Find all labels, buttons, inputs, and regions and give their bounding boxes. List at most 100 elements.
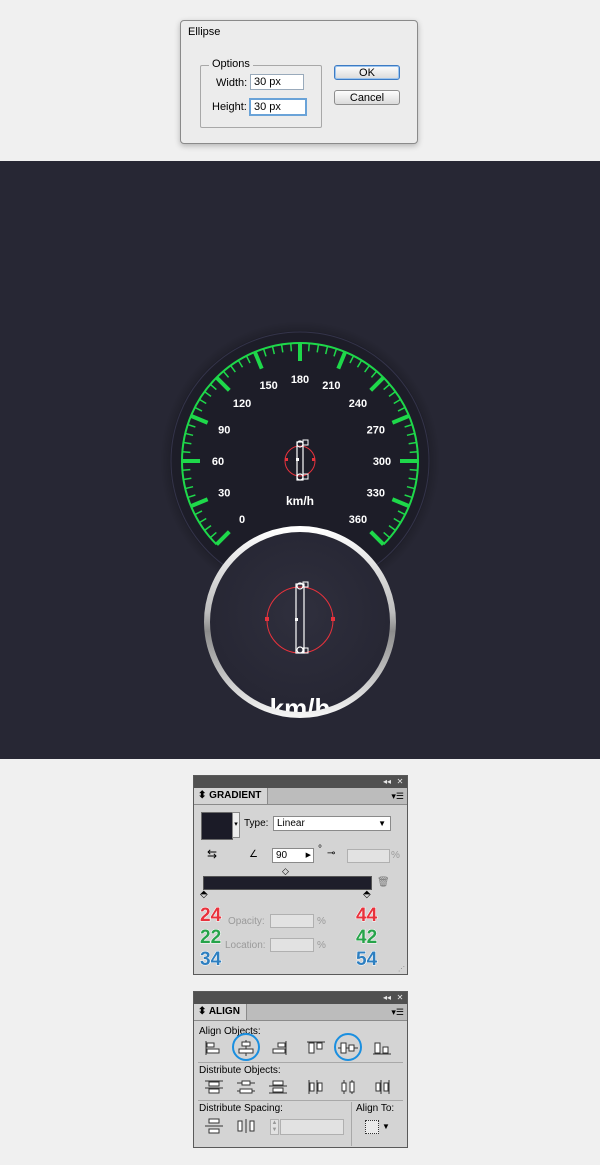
tab-gradient-label: GRADIENT	[209, 790, 262, 801]
distribute-horizontal-center-icon[interactable]	[337, 1078, 359, 1096]
align-bottom-icon[interactable]	[371, 1039, 393, 1057]
distribute-objects-label: Distribute Objects:	[199, 1065, 281, 1076]
dialog-title: Ellipse	[188, 26, 221, 38]
gauge-tick-label: 150	[259, 380, 277, 392]
angle-value: 90	[276, 850, 288, 861]
gauge-tick-label: 60	[212, 456, 224, 468]
right-stop-red: 44	[355, 905, 378, 926]
artboard-canvas[interactable]: 0 30 60 90 120 150 180 210 240 270 300 330 360 km/h …	[0, 161, 600, 759]
separator	[198, 1062, 403, 1063]
minor-tick	[409, 468, 418, 472]
distribute-spacing-label: Distribute Spacing:	[199, 1103, 283, 1114]
tab-align-label: ALIGN	[208, 1006, 240, 1017]
zoom-unit-label: km/h	[270, 693, 331, 723]
highlight-ring-horizontal	[232, 1033, 260, 1061]
distribute-bottom-icon[interactable]	[267, 1078, 289, 1096]
distribute-vertical-center-icon[interactable]	[235, 1078, 257, 1096]
width-field[interactable]: 30 px	[250, 74, 304, 90]
ok-button[interactable]: OK	[334, 65, 400, 80]
gauge-tick-label: 330	[367, 487, 385, 499]
left-stop-red: 24	[199, 905, 222, 926]
left-stop-blue: 34	[199, 949, 222, 970]
ellipse-dialog: Ellipse Options Width: 30 px Height: 30 …	[180, 20, 418, 144]
height-field[interactable]: 30 px	[249, 98, 307, 116]
aspect-percent: %	[391, 850, 400, 861]
tab-gradient[interactable]: ⬍ GRADIENT	[194, 788, 269, 804]
vertical-distribute-space-icon[interactable]	[203, 1117, 225, 1135]
highlight-ring-vertical	[334, 1033, 362, 1061]
magnifier-lens: km/h	[204, 526, 396, 723]
aspect-ratio-icon: ⊸	[327, 848, 336, 859]
close-icon[interactable]: ✕	[394, 776, 406, 788]
degree-symbol: °	[318, 844, 322, 855]
align-to-selection-icon[interactable]	[365, 1120, 379, 1134]
angle-icon: ∠	[249, 849, 258, 860]
align-left-icon[interactable]	[203, 1039, 225, 1057]
align-panel: ◂◂ ✕ ⬍ ALIGN ▾☰ Align Objects: Distribut…	[193, 991, 408, 1148]
reverse-gradient-icon[interactable]: ⇆	[207, 847, 217, 861]
gauge-tick-label: 0	[239, 514, 245, 526]
gradient-swatch[interactable]	[201, 812, 233, 840]
type-label: Type:	[244, 818, 269, 829]
gradient-panel: ◂◂ ✕ ⬍ GRADIENT ▾☰ ▾ Type: Linear ▼ ⇆ ∠ …	[193, 775, 408, 975]
type-select-value: Linear	[277, 818, 305, 829]
align-tabbar: ⬍ ALIGN ▾☰	[194, 1004, 407, 1021]
unit-label: km/h	[286, 494, 314, 508]
resize-grip-icon[interactable]: ⋰	[398, 965, 405, 973]
opacity-percent: %	[317, 916, 326, 927]
left-stop-green: 22	[199, 927, 222, 948]
align-collapse-icon[interactable]: ◂◂	[381, 992, 393, 1004]
separator-2	[198, 1100, 403, 1101]
align-close-icon[interactable]: ✕	[394, 992, 406, 1004]
align-to-label: Align To:	[356, 1103, 395, 1114]
horizontal-distribute-space-icon[interactable]	[235, 1117, 257, 1135]
vertical-separator	[351, 1102, 352, 1146]
right-stop-blue: 54	[355, 949, 378, 970]
gauge-tick-label: 30	[218, 487, 230, 499]
cancel-button[interactable]: Cancel	[334, 90, 400, 105]
distribute-top-icon[interactable]	[203, 1078, 225, 1096]
aspect-ratio-field	[347, 849, 390, 863]
panel-menu-icon[interactable]: ▾☰	[391, 790, 404, 802]
swatch-dropdown-icon[interactable]: ▾	[232, 812, 240, 838]
gauge-tick-label: 360	[349, 514, 367, 526]
opacity-label: Opacity:	[228, 916, 265, 927]
tab-arrows-icon: ⬍	[198, 790, 207, 801]
gauge-tick-label: 90	[218, 425, 230, 437]
tab-align[interactable]: ⬍ ALIGN	[194, 1004, 247, 1020]
location-percent: %	[317, 940, 326, 951]
height-label: Height:	[212, 101, 247, 113]
distribute-left-icon[interactable]	[305, 1078, 327, 1096]
align-right-icon[interactable]	[267, 1039, 289, 1057]
align-tab-arrows-icon: ⬍	[198, 1006, 207, 1017]
gauge-tick-label: 300	[373, 456, 391, 468]
speedometer-artwork: 0306090120150180210240270300330360 km/h …	[160, 321, 440, 723]
angle-arrow-icon: ▶	[305, 852, 311, 859]
gauge-tick-label: 270	[367, 425, 385, 437]
chevron-down-icon: ▼	[378, 819, 386, 828]
left-stop-icon[interactable]: ⬘	[200, 889, 208, 900]
type-select[interactable]: Linear ▼	[273, 816, 391, 831]
align-top-bar: ◂◂ ✕	[194, 992, 407, 1004]
opacity-field	[270, 914, 314, 928]
distribute-right-icon[interactable]	[371, 1078, 393, 1096]
align-top-icon[interactable]	[305, 1039, 327, 1057]
trash-icon[interactable]: 🗑	[377, 877, 390, 888]
right-stop-green: 42	[355, 927, 378, 948]
location-field	[270, 938, 314, 952]
minor-tick	[307, 343, 311, 352]
collapse-icon[interactable]: ◂◂	[381, 776, 393, 788]
align-menu-icon[interactable]: ▾☰	[391, 1006, 404, 1018]
right-stop-icon[interactable]: ⬘	[363, 889, 371, 900]
location-label: Location:	[225, 940, 266, 951]
minor-tick	[182, 468, 191, 472]
gauge-tick-label: 210	[322, 380, 340, 392]
gauge-tick-label: 120	[233, 398, 251, 410]
minor-tick	[182, 450, 191, 454]
align-to-chevron-icon[interactable]: ▼	[382, 1122, 390, 1131]
gauge-tick-label: 180	[291, 374, 309, 386]
minor-tick	[409, 450, 418, 454]
minor-tick	[289, 343, 293, 352]
gradient-slider[interactable]	[203, 876, 372, 890]
angle-field[interactable]: 90 ▶	[272, 848, 314, 863]
